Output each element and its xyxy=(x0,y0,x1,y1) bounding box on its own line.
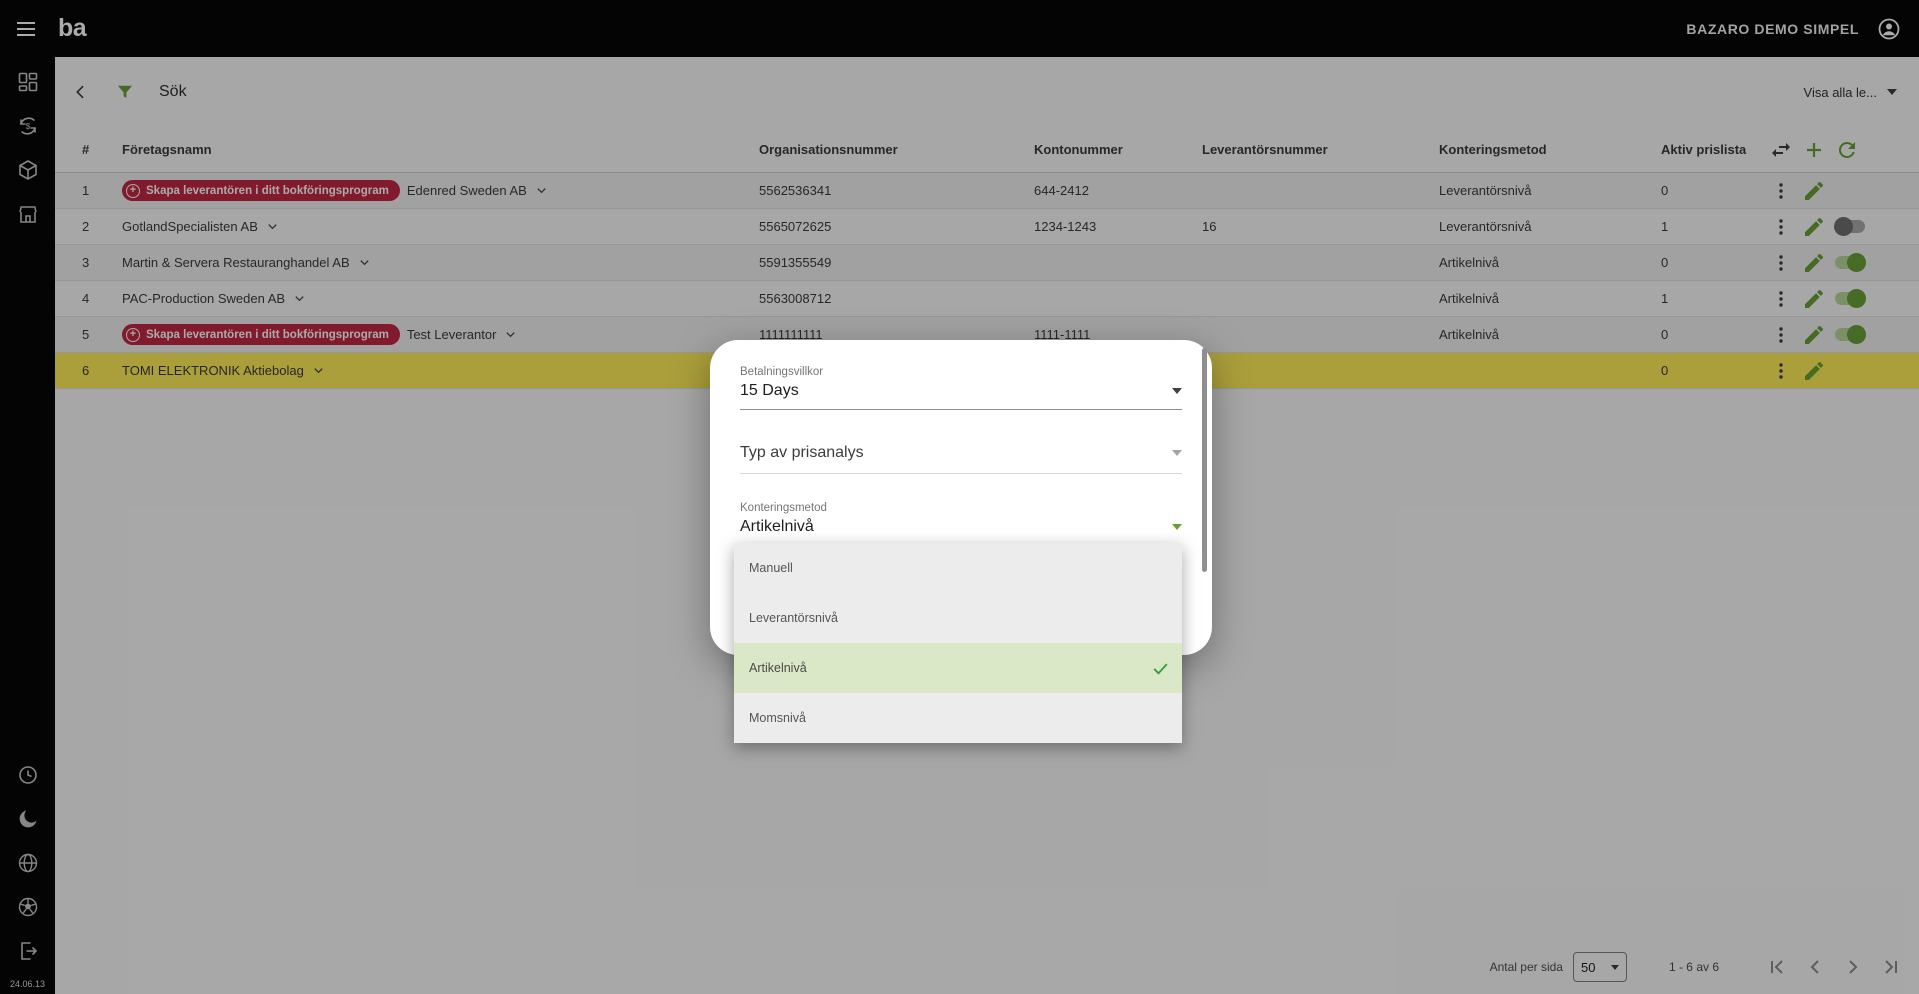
menu-option-label: Momsnivå xyxy=(749,711,806,725)
menu-option-label: Artikelnivå xyxy=(749,661,807,675)
menu-option-momsniva[interactable]: Momsnivå xyxy=(734,693,1182,743)
check-icon xyxy=(1153,663,1168,675)
price-analysis-placeholder: Typ av prisanalys xyxy=(740,444,864,461)
accounting-method-field[interactable]: Konteringsmetod Artikelnivå xyxy=(740,502,1182,545)
chevron-down-icon xyxy=(1172,524,1182,530)
accounting-method-label: Konteringsmetod xyxy=(740,502,827,514)
menu-option-label: Leverantörsnivå xyxy=(749,611,838,625)
payment-terms-label: Betalningsvillkor xyxy=(740,366,824,378)
payment-terms-field[interactable]: Betalningsvillkor 15 Days xyxy=(740,366,1182,410)
chevron-down-icon xyxy=(1172,450,1182,456)
price-analysis-field[interactable]: Typ av prisanalys xyxy=(740,444,1182,474)
menu-option-artikelniva[interactable]: Artikelnivå xyxy=(734,643,1182,693)
accounting-method-value: Artikelnivå xyxy=(740,518,814,535)
menu-option-leverantorsniva[interactable]: Leverantörsnivå xyxy=(734,593,1182,643)
menu-option-manuell[interactable]: Manuell xyxy=(734,543,1182,593)
modal-scrollbar[interactable] xyxy=(1202,348,1207,572)
chevron-down-icon xyxy=(1172,388,1182,394)
accounting-method-menu: Manuell Leverantörsnivå Artikelnivå Moms… xyxy=(734,543,1182,743)
payment-terms-value: 15 Days xyxy=(740,382,799,399)
menu-option-label: Manuell xyxy=(749,561,793,575)
